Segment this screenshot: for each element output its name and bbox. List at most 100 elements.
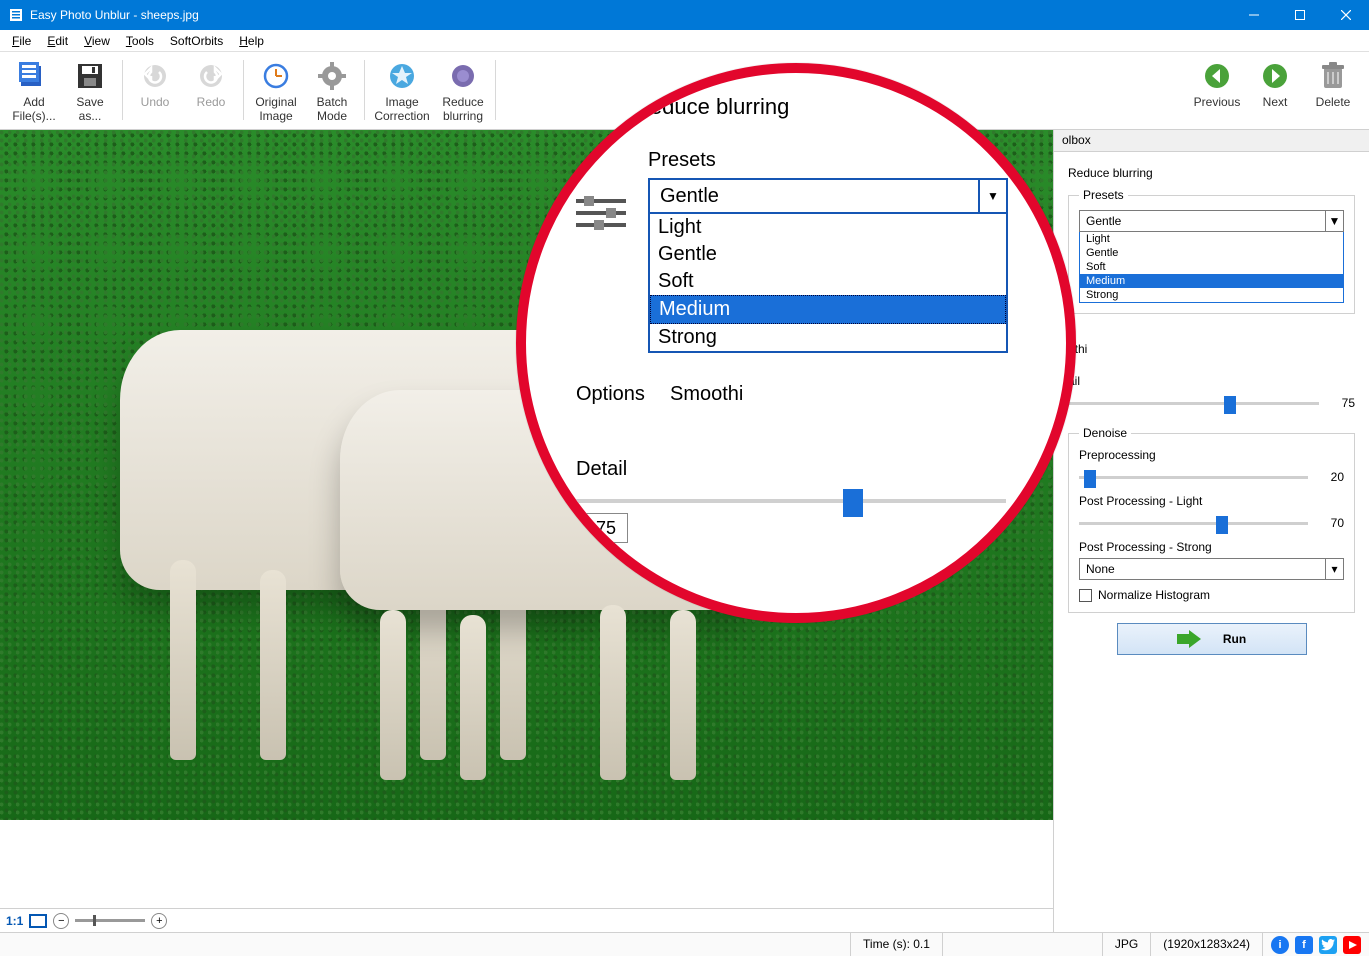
- preset-option-light[interactable]: Light: [1080, 232, 1343, 246]
- toolbox-title: olbox: [1054, 130, 1369, 152]
- next-label: Next: [1249, 96, 1301, 110]
- menu-view[interactable]: View: [76, 32, 118, 50]
- mag-option-soft[interactable]: Soft: [650, 268, 1006, 295]
- preprocessing-slider[interactable]: [1079, 468, 1308, 486]
- chevron-down-icon: ▼: [978, 180, 1006, 212]
- trash-icon: [1317, 60, 1349, 92]
- mag-option-medium[interactable]: Medium: [650, 295, 1006, 324]
- info-icon[interactable]: i: [1271, 936, 1289, 954]
- mag-presets-combo[interactable]: Gentle ▼: [648, 178, 1008, 214]
- twitter-icon[interactable]: [1319, 936, 1337, 954]
- mag-title: Reduce blurring: [634, 94, 789, 120]
- canvas-footer: 1:1 − +: [0, 908, 1053, 932]
- normalize-histogram-label: Normalize Histogram: [1098, 588, 1210, 602]
- preprocessing-label: Preprocessing: [1079, 448, 1344, 462]
- save-icon: [74, 60, 106, 92]
- status-format: JPG: [1103, 933, 1151, 956]
- menu-tools[interactable]: Tools: [118, 32, 162, 50]
- postlight-slider[interactable]: [1079, 514, 1308, 532]
- app-icon: [8, 7, 24, 23]
- window-title: Easy Photo Unblur - sheeps.jpg: [30, 8, 199, 22]
- poststrong-value: None: [1080, 562, 1325, 576]
- menu-bar: File Edit View Tools SoftOrbits Help: [0, 30, 1369, 52]
- reduce-blurring-button[interactable]: Reduce blurring: [435, 56, 491, 128]
- original-image-button[interactable]: Original Image: [248, 56, 304, 128]
- preset-option-medium[interactable]: Medium: [1080, 274, 1343, 288]
- mag-presets-list[interactable]: Light Gentle Soft Medium Strong: [648, 214, 1008, 353]
- checkbox-icon: [1079, 589, 1092, 602]
- facebook-icon[interactable]: f: [1295, 936, 1313, 954]
- presets-combo[interactable]: Gentle ▼: [1079, 210, 1344, 232]
- original-image-label: Original Image: [250, 96, 302, 124]
- mag-detail-label: Detail: [576, 458, 1036, 481]
- section-reduce-blurring: Reduce blurring: [1068, 166, 1355, 180]
- gear-icon: [316, 60, 348, 92]
- image-correction-label: Image Correction: [371, 96, 433, 124]
- poststrong-combo[interactable]: None ▾: [1079, 558, 1344, 580]
- mag-smoothing-label: Smoothi: [670, 383, 1036, 406]
- preset-option-soft[interactable]: Soft: [1080, 260, 1343, 274]
- youtube-icon[interactable]: [1343, 936, 1361, 954]
- add-files-icon: [18, 60, 50, 92]
- status-dimensions: (1920x1283x24): [1151, 933, 1263, 956]
- redo-label: Redo: [185, 96, 237, 110]
- mag-option-light[interactable]: Light: [650, 214, 1006, 241]
- title-bar: Easy Photo Unblur - sheeps.jpg: [0, 0, 1369, 30]
- mag-detail-slider[interactable]: [576, 489, 1006, 513]
- preset-option-gentle[interactable]: Gentle: [1080, 246, 1343, 260]
- batch-mode-button[interactable]: Batch Mode: [304, 56, 360, 128]
- clock-icon: [260, 60, 292, 92]
- sliders-icon: [576, 193, 626, 233]
- chevron-down-icon: ▾: [1325, 559, 1343, 579]
- previous-icon: [1201, 60, 1233, 92]
- mag-option-gentle[interactable]: Gentle: [650, 241, 1006, 268]
- redo-icon: [195, 60, 227, 92]
- mag-presets-label: Presets: [648, 149, 1036, 172]
- fit-screen-icon[interactable]: [29, 914, 47, 928]
- run-button[interactable]: Run: [1117, 623, 1307, 655]
- close-button[interactable]: [1323, 0, 1369, 30]
- zoom-out-button[interactable]: −: [53, 913, 69, 929]
- mag-options-label: Options: [576, 383, 648, 412]
- run-arrow-icon: [1177, 630, 1201, 648]
- presets-legend: Presets: [1079, 188, 1128, 202]
- zoom-slider[interactable]: [75, 919, 145, 922]
- menu-help[interactable]: Help: [231, 32, 272, 50]
- next-button[interactable]: Next: [1247, 56, 1303, 114]
- delete-label: Delete: [1307, 96, 1359, 110]
- menu-file[interactable]: File: [4, 32, 39, 50]
- preset-option-strong[interactable]: Strong: [1080, 288, 1343, 302]
- reduce-blur-icon: [576, 87, 616, 127]
- zoom-in-button[interactable]: +: [151, 913, 167, 929]
- correction-icon: [386, 60, 418, 92]
- mag-option-strong[interactable]: Strong: [650, 324, 1006, 351]
- smoothing-partial-label: othi: [1068, 342, 1355, 356]
- denoise-legend: Denoise: [1079, 426, 1131, 440]
- status-bar: Time (s): 0.1 JPG (1920x1283x24) i f: [0, 932, 1369, 956]
- menu-edit[interactable]: Edit: [39, 32, 76, 50]
- zoom-ratio[interactable]: 1:1: [6, 914, 23, 928]
- detail-value: 75: [1327, 396, 1355, 410]
- presets-combo-value: Gentle: [1080, 214, 1325, 228]
- redo-button[interactable]: Redo: [183, 56, 239, 114]
- delete-button[interactable]: Delete: [1305, 56, 1361, 114]
- poststrong-label: Post Processing - Strong: [1079, 540, 1344, 554]
- undo-button[interactable]: Undo: [127, 56, 183, 114]
- image-correction-button[interactable]: Image Correction: [369, 56, 435, 128]
- toolbox-panel: olbox Reduce blurring Presets Gentle ▼ L…: [1053, 130, 1369, 932]
- normalize-histogram-checkbox[interactable]: Normalize Histogram: [1079, 588, 1344, 602]
- chevron-down-icon: ▼: [1325, 211, 1343, 231]
- previous-button[interactable]: Previous: [1189, 56, 1245, 114]
- social-links: i f: [1263, 936, 1369, 954]
- save-as-label: Save as...: [64, 96, 116, 124]
- add-files-label: Add File(s)...: [8, 96, 60, 124]
- presets-dropdown-list[interactable]: Light Gentle Soft Medium Strong: [1079, 232, 1344, 303]
- options-partial-s: s: [1068, 324, 1355, 338]
- maximize-button[interactable]: [1277, 0, 1323, 30]
- detail-slider[interactable]: [1068, 394, 1319, 412]
- add-files-button[interactable]: Add File(s)...: [6, 56, 62, 128]
- save-as-button[interactable]: Save as...: [62, 56, 118, 128]
- reduce-blurring-label: Reduce blurring: [437, 96, 489, 124]
- menu-softorbits[interactable]: SoftOrbits: [162, 32, 231, 50]
- minimize-button[interactable]: [1231, 0, 1277, 30]
